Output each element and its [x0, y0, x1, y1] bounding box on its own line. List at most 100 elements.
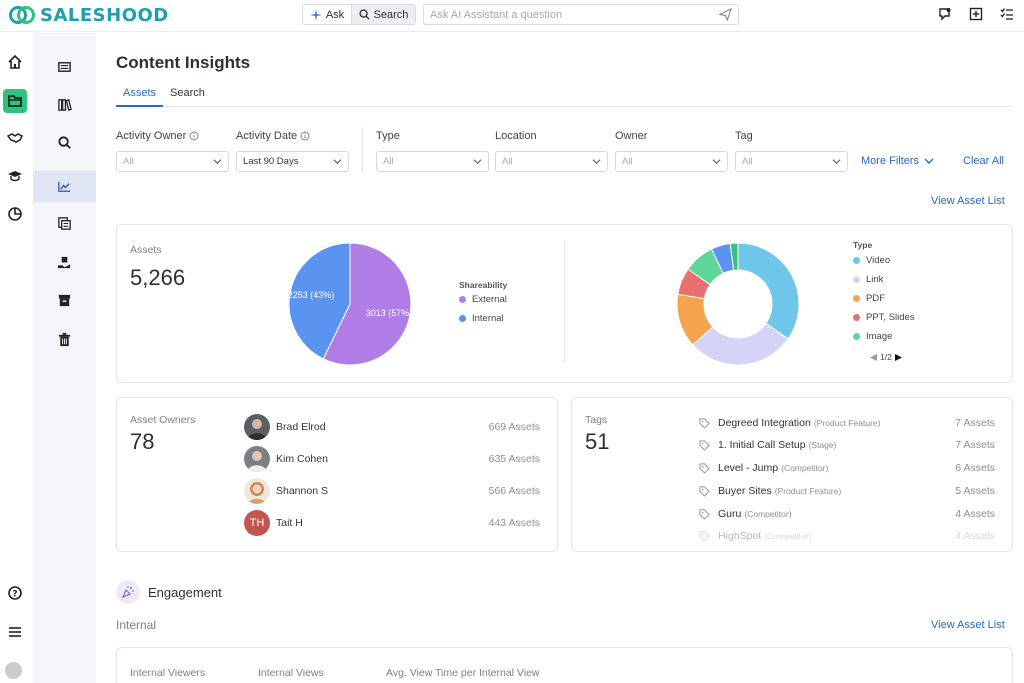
- info-icon[interactable]: [189, 131, 199, 141]
- legend-link-label: Link: [866, 274, 884, 285]
- graduation-cap-icon[interactable]: [3, 164, 27, 188]
- view-asset-list-link[interactable]: View Asset List: [931, 195, 1005, 207]
- activity-date-filter: Activity Date Last 90 Days: [236, 129, 349, 172]
- tag-count: 6 Assets: [955, 462, 995, 474]
- legend-image-label: Image: [866, 331, 893, 342]
- send-icon[interactable]: [719, 8, 732, 21]
- location-filter: Location All: [495, 129, 608, 172]
- tag-select[interactable]: All: [735, 151, 848, 172]
- chevron-down-icon: [712, 159, 721, 165]
- search-nav-icon[interactable]: [33, 127, 96, 158]
- tab-search[interactable]: Search: [163, 85, 212, 107]
- tag-row[interactable]: Level - Jump (Competitor) 6 Assets: [699, 460, 995, 476]
- activity-owner-filter: Activity Owner All: [116, 129, 229, 172]
- archive-icon[interactable]: [33, 285, 96, 316]
- trash-icon[interactable]: [33, 324, 96, 355]
- shareability-legend-title: Shareability: [459, 280, 508, 290]
- type-select[interactable]: All: [376, 151, 489, 172]
- asset-owners-label: Asset Owners: [130, 414, 196, 426]
- tag-value: All: [742, 156, 753, 167]
- chevron-down-icon: [473, 159, 482, 165]
- top-bar: SALESHOOD Ask Search Ask AI Assistant a …: [0, 0, 1024, 32]
- owner-row[interactable]: Brad Elrod 669 Assets: [244, 414, 540, 440]
- info-icon[interactable]: [300, 131, 310, 141]
- task-list-icon[interactable]: [1000, 7, 1014, 21]
- tag-row[interactable]: Guru (Competitor) 4 Assets: [699, 506, 995, 522]
- clear-all-button[interactable]: Clear All: [963, 155, 1004, 167]
- help-icon[interactable]: ?: [3, 581, 27, 605]
- tag-icon: [699, 439, 710, 451]
- owner-filter: Owner All: [615, 129, 728, 172]
- list-icon[interactable]: [33, 51, 96, 82]
- main-content: Content Insights Assets Search Activity …: [96, 33, 1024, 683]
- location-value: All: [502, 156, 513, 167]
- owner-count: 566 Assets: [488, 485, 540, 497]
- asset-owners-card: Asset Owners 78 Brad Elrod 669 Assets Ki…: [116, 397, 558, 552]
- ask-toggle-label: Ask: [325, 8, 345, 21]
- legend-internal[interactable]: Internal: [459, 313, 504, 324]
- saleshood-logo[interactable]: SALESHOOD: [8, 4, 169, 26]
- tag-row[interactable]: Degreed Integration (Product Feature) 7 As…: [699, 415, 995, 431]
- owner-select[interactable]: All: [615, 151, 728, 172]
- add-square-icon[interactable]: [969, 7, 983, 21]
- secondary-nav: [33, 33, 96, 683]
- legend-image[interactable]: Image: [853, 331, 892, 342]
- view-asset-list-link-internal[interactable]: View Asset List: [931, 619, 1005, 631]
- chevron-down-icon: [213, 159, 222, 165]
- filter-divider: [362, 127, 363, 173]
- tag-category: (Competitor): [744, 509, 792, 519]
- search-toggle-label: Search: [373, 8, 409, 21]
- legend-dot: [853, 333, 860, 340]
- menu-icon[interactable]: [3, 620, 27, 644]
- tag-count: 7 Assets: [955, 439, 995, 451]
- pie-chart-icon[interactable]: [3, 202, 27, 226]
- legend-pdf[interactable]: PDF: [853, 293, 885, 304]
- sparkle-icon: [309, 8, 322, 21]
- trend-chart-icon[interactable]: [33, 171, 96, 202]
- owner-row[interactable]: TH Tait H 443 Assets: [244, 510, 540, 536]
- tag-name: Buyer Sites: [718, 485, 772, 497]
- activity-owner-value: All: [123, 156, 134, 167]
- tag-category: (Competitor): [781, 463, 829, 473]
- prev-page-icon[interactable]: [869, 353, 878, 362]
- owner-name: Kim Cohen: [276, 453, 328, 465]
- tag-row[interactable]: HighSpot (Competitor) 4 Assets: [699, 528, 995, 544]
- pin-icon[interactable]: [938, 7, 952, 21]
- ai-assistant-input[interactable]: Ask AI Assistant a question: [423, 4, 739, 25]
- ask-toggle-button[interactable]: Ask: [303, 5, 351, 24]
- legend-ppt[interactable]: PPT, Slides: [853, 312, 915, 323]
- tag-row[interactable]: Buyer Sites (Product Feature) 5 Assets: [699, 483, 995, 499]
- content-tabs: Assets Search: [116, 85, 1012, 107]
- folder-icon[interactable]: [3, 89, 27, 113]
- legend-dot: [853, 314, 860, 321]
- tab-assets[interactable]: Assets: [116, 85, 164, 107]
- legend-dot: [459, 315, 466, 322]
- legend-video[interactable]: Video: [853, 255, 890, 266]
- owner-row[interactable]: Shannon S 566 Assets: [244, 478, 540, 504]
- activity-date-select[interactable]: Last 90 Days: [236, 151, 349, 172]
- type-value: All: [383, 156, 394, 167]
- legend-link[interactable]: Link: [853, 274, 883, 285]
- more-filters-button[interactable]: More Filters: [861, 155, 934, 167]
- tag-row[interactable]: 1. Initial Call Setup (Stage) 7 Assets: [699, 437, 995, 453]
- owner-row[interactable]: Kim Cohen 635 Assets: [244, 446, 540, 472]
- legend-external[interactable]: External: [459, 294, 507, 305]
- tag-name: Degreed Integration: [718, 417, 811, 429]
- tag-category: (Product Feature): [813, 418, 881, 428]
- inbox-hand-icon[interactable]: [33, 247, 96, 278]
- search-toggle-button[interactable]: Search: [351, 5, 415, 24]
- user-avatar[interactable]: [5, 662, 22, 679]
- location-select[interactable]: All: [495, 151, 608, 172]
- donut-slice-video[interactable]: [737, 242, 800, 340]
- owner-count: 669 Assets: [488, 421, 540, 433]
- handshake-icon[interactable]: [3, 126, 27, 150]
- assets-card: Assets 5,266 3013 (57%) 2253 (43%) Sharea…: [116, 224, 1013, 383]
- owner-name: Shannon S: [276, 485, 328, 497]
- home-icon[interactable]: [3, 50, 27, 74]
- library-icon[interactable]: [33, 89, 96, 120]
- copy-icon[interactable]: [33, 208, 96, 239]
- legend-dot: [853, 295, 860, 302]
- activity-owner-label: Activity Owner: [116, 130, 187, 142]
- activity-owner-select[interactable]: All: [116, 151, 229, 172]
- next-page-icon[interactable]: [894, 353, 903, 362]
